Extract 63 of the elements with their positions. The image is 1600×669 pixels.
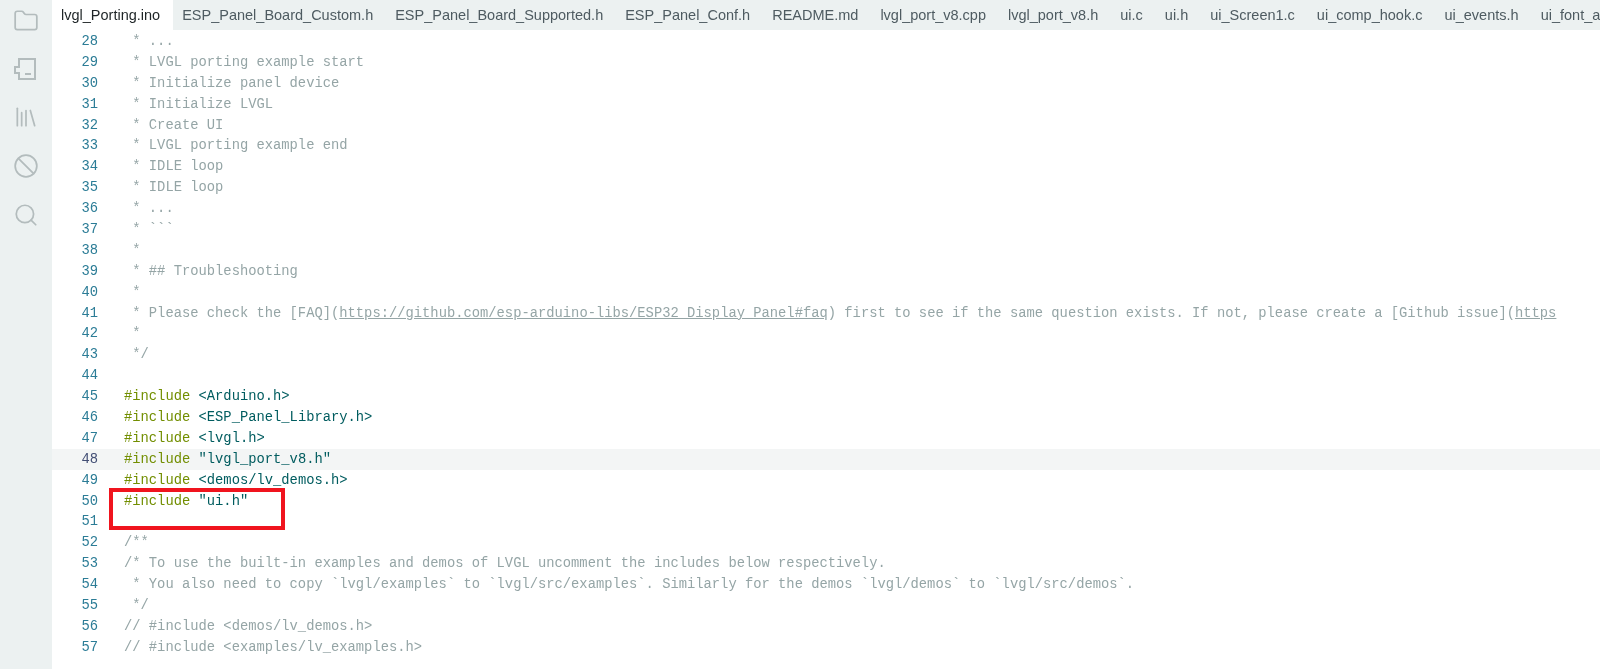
code-line: */	[131, 598, 149, 613]
code-line: #include <Arduino.h>	[124, 389, 290, 405]
code-line: */	[131, 347, 149, 363]
line-number: 52	[80, 535, 98, 551]
line-number: 56	[80, 618, 98, 634]
folder-icon[interactable]	[13, 8, 39, 34]
code-line: * LVGL porting example end	[131, 138, 348, 154]
line-number: 53	[80, 556, 98, 572]
code-line: // #include <examples/lv_examples.h>	[124, 639, 423, 655]
line-number: 31	[80, 96, 98, 112]
code-line: /* To use the built-in examples and demos of LVGL uncomment the includes below respectively.	[124, 556, 886, 572]
code-line: * Initialize LVGL	[131, 96, 274, 112]
code-line: * IDLE loop	[131, 159, 224, 175]
line-number: 35	[80, 180, 98, 196]
code-line: #include <lvgl.h>	[124, 430, 265, 446]
board-icon[interactable]	[13, 57, 39, 81]
code-line: * LVGL porting example start	[131, 54, 365, 70]
code-line: * IDLE loop	[131, 180, 224, 196]
ban-icon[interactable]	[13, 153, 39, 179]
code-line: * Initialize panel device	[131, 75, 340, 91]
line-number: 44	[80, 368, 98, 384]
line-number: 47	[80, 430, 98, 446]
code-line: * Create UI	[131, 117, 224, 133]
line-number: 54	[80, 577, 98, 593]
line-number: 43	[80, 347, 98, 363]
line-number: 57	[80, 639, 98, 655]
line-number: 28	[80, 33, 98, 49]
code-line: #include "lvgl_port_v8.h"	[124, 451, 331, 467]
line-number: 29	[80, 54, 98, 70]
line-number: 51	[80, 514, 98, 530]
line-number: 46	[80, 409, 98, 425]
line-number: 34	[80, 159, 98, 175]
line-number: 39	[80, 263, 98, 279]
code-line: // #include <demos/lv_demos.h>	[124, 618, 373, 634]
code-line: #include "ui.h"	[124, 493, 249, 509]
line-number: 40	[80, 284, 98, 300]
code-line: *	[131, 284, 141, 300]
line-number: 38	[80, 242, 98, 258]
code-line: #include <demos/lv_demos.h>	[124, 472, 348, 488]
line-number: 42	[80, 326, 98, 342]
line-number: 30	[80, 75, 98, 91]
file-tab[interactable]: lvgl_Porting.ino	[52, 0, 174, 30]
code-line: /**	[124, 535, 149, 551]
line-number: 36	[80, 201, 98, 217]
code-line: * Please check the [FAQ](https://github.com/esp-arduino-libs/ESP32_Display_Panel#faq) first to see if the same question exists. If not, please create a [Github issue](https	[131, 305, 1557, 321]
line-number: 48	[80, 451, 98, 467]
code-line: *	[131, 242, 141, 258]
code-line: * ...	[131, 201, 174, 217]
line-number: 49	[80, 472, 98, 488]
line-number: 45	[80, 389, 98, 405]
code-line: *	[131, 326, 141, 342]
code-line: * ```	[131, 221, 174, 237]
line-number: 41	[80, 305, 98, 321]
line-number: 32	[80, 117, 98, 133]
code-line: * You also need to copy `lvgl/examples` to `lvgl/src/examples`. Similarly for the demos `lvgl/demos` to `lvgl/src/demos`.	[131, 577, 1135, 593]
line-number: 37	[80, 221, 98, 237]
line-number: 33	[80, 138, 98, 154]
search-icon[interactable]	[13, 202, 39, 228]
code-line: #include <ESP_Panel_Library.h>	[124, 409, 373, 425]
line-number: 50	[80, 493, 98, 509]
code-line: * ## Troubleshooting	[131, 263, 298, 279]
line-number: 55	[80, 598, 98, 613]
code-line: * ...	[131, 33, 174, 49]
